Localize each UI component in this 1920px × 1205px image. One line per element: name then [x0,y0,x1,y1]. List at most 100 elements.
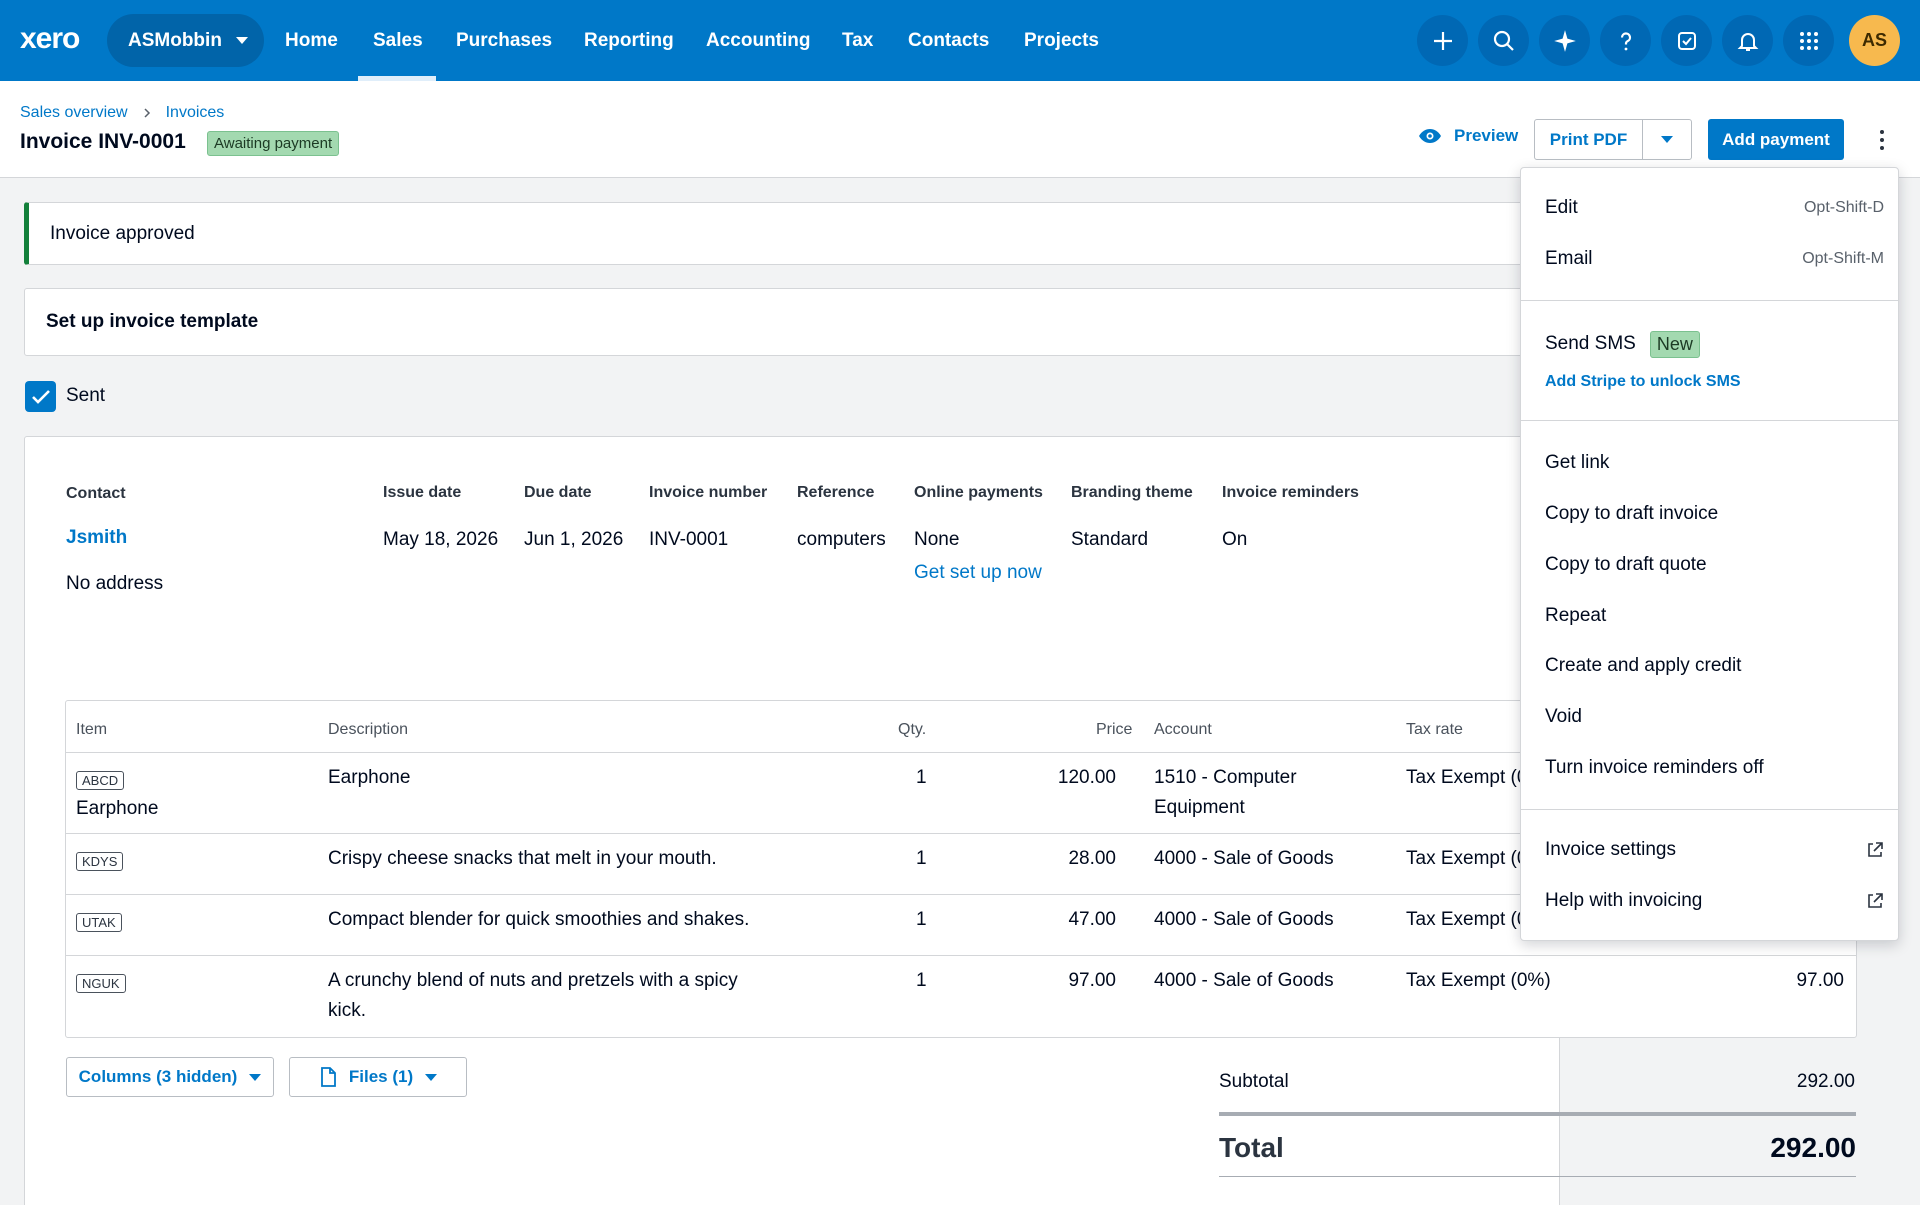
nav-accounting[interactable]: Accounting [706,0,811,81]
menu-item-void[interactable]: Void [1521,697,1898,737]
item-account: 4000 - Sale of Goods [1154,848,1334,869]
contact-name-link[interactable]: Jsmith [66,527,127,549]
branding-theme-value: Standard [1071,529,1149,550]
nav-contacts[interactable]: Contacts [908,0,989,81]
chevron-down-icon [425,1073,438,1081]
column-header-tax-rate[interactable]: Tax rate [1406,721,1463,739]
eye-icon [1419,129,1441,143]
setup-template-panel[interactable]: Set up invoice template [24,288,1560,356]
menu-item-create-credit[interactable]: Create and apply credit [1521,646,1898,686]
branding-theme-label: Branding theme [1071,484,1193,501]
column-header-price[interactable]: Price [1096,721,1132,739]
avatar[interactable]: AS [1849,15,1900,66]
sparkle-icon[interactable] [1539,15,1590,66]
columns-button[interactable]: Columns (3 hidden) [66,1057,274,1097]
item-description-line2: kick. [328,1000,366,1021]
item-description: A crunchy blend of nuts and pretzels wit… [328,970,738,991]
item-price: 28.00 [1068,848,1116,869]
external-link-icon [1868,842,1883,857]
contact-label: Contact [66,485,126,502]
total-value: 292.00 [1770,1132,1856,1163]
total-divider [1219,1112,1856,1116]
menu-item-send-sms-label: Send SMS [1545,333,1636,354]
new-badge: New [1649,330,1700,358]
reference-value: computers [797,529,886,550]
email-shortcut: Opt-Shift-M [1802,250,1884,267]
menu-item-copy-invoice[interactable]: Copy to draft invoice [1521,494,1898,534]
total-label: Total [1219,1132,1284,1163]
menu-item-reminders-off[interactable]: Turn invoice reminders off [1521,748,1898,788]
item-tax-rate: Tax Exempt (0 [1406,909,1528,930]
apps-grid-icon[interactable] [1783,15,1834,66]
item-code: NGUK [76,974,126,993]
item-name: Earphone [76,798,159,819]
total-bottom-divider [1219,1176,1856,1177]
preview-button[interactable]: Preview [1418,126,1518,146]
breadcrumb-invoices[interactable]: Invoices [166,104,225,122]
due-date-label: Due date [524,484,592,501]
menu-item-create-credit-label: Create and apply credit [1545,655,1742,676]
menu-item-copy-quote[interactable]: Copy to draft quote [1521,545,1898,585]
column-header-description[interactable]: Description [328,721,408,739]
search-icon[interactable] [1478,15,1529,66]
item-account: 4000 - Sale of Goods [1154,970,1334,991]
item-code: UTAK [76,913,122,932]
breadcrumb-sales-overview[interactable]: Sales overview [20,104,128,122]
menu-divider [1521,420,1898,421]
get-set-up-link[interactable]: Get set up now [914,562,1042,584]
help-icon[interactable] [1600,15,1651,66]
menu-item-void-label: Void [1545,706,1582,727]
menu-item-get-link[interactable]: Get link [1521,443,1898,483]
nav-projects[interactable]: Projects [1024,0,1099,81]
column-header-qty[interactable]: Qty. [898,721,926,739]
column-header-item[interactable]: Item [76,721,107,739]
online-payments-value: None [914,529,960,550]
nav-sales[interactable]: Sales [373,0,423,81]
bell-icon[interactable] [1722,15,1773,66]
menu-item-send-sms[interactable]: Send SMS New [1521,324,1898,364]
item-code: ABCD [76,771,125,790]
org-switcher[interactable]: ASMobbin [107,14,264,67]
item-price: 97.00 [1068,970,1116,991]
item-qty: 1 [916,970,927,991]
add-payment-button[interactable]: Add payment [1708,119,1844,160]
menu-item-help-invoicing[interactable]: Help with invoicing [1521,881,1898,921]
nav-home[interactable]: Home [285,0,338,81]
print-options-dropdown[interactable] [1642,119,1692,160]
print-pdf-button[interactable]: Print PDF [1534,119,1643,160]
menu-item-edit[interactable]: Edit Opt-Shift-D [1521,188,1898,228]
tasks-icon[interactable] [1661,15,1712,66]
nav-tax[interactable]: Tax [842,0,873,81]
files-button[interactable]: Files (1) [289,1057,467,1097]
item-description: Crispy cheese snacks that melt in your m… [328,848,717,869]
reference-label: Reference [797,484,875,501]
external-link-icon [1868,893,1883,908]
nav-reporting[interactable]: Reporting [584,0,674,81]
menu-item-repeat[interactable]: Repeat [1521,596,1898,636]
preview-label: Preview [1454,126,1519,145]
menu-item-invoice-settings-label: Invoice settings [1545,839,1676,860]
more-options-icon[interactable] [1872,125,1892,155]
menu-item-email[interactable]: Email Opt-Shift-M [1521,239,1898,279]
menu-item-invoice-settings[interactable]: Invoice settings [1521,830,1898,870]
xero-logo[interactable]: xero [20,22,80,56]
issue-date-value: May 18, 2026 [383,529,499,550]
columns-label: Columns (3 hidden) [78,1067,238,1086]
invoice-reminders-label: Invoice reminders [1222,484,1359,501]
item-qty: 1 [916,767,927,788]
item-price: 120.00 [1057,767,1116,788]
column-header-account[interactable]: Account [1154,721,1212,739]
nav-purchases[interactable]: Purchases [456,0,552,81]
menu-item-reminders-off-label: Turn invoice reminders off [1545,757,1764,778]
plus-icon[interactable] [1417,15,1468,66]
due-date-value: Jun 1, 2026 [524,529,624,550]
menu-divider [1521,809,1898,810]
item-description: Earphone [328,767,411,788]
chevron-right-icon [144,108,150,118]
add-stripe-link[interactable]: Add Stripe to unlock SMS [1545,373,1741,391]
sent-checkbox[interactable] [25,381,56,412]
item-account: 4000 - Sale of Goods [1154,909,1334,930]
contact-address: No address [66,573,164,594]
menu-item-copy-quote-label: Copy to draft quote [1545,554,1707,575]
setup-template-title: Set up invoice template [46,311,259,332]
